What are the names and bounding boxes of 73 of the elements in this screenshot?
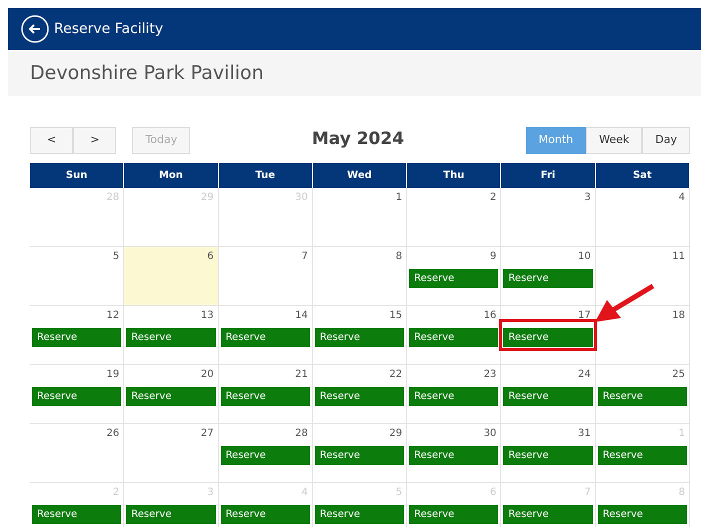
view-tab[interactable]: Week xyxy=(586,126,642,154)
day-number: 6 xyxy=(206,250,215,264)
day-number: 17 xyxy=(576,309,592,323)
weekday-header: Sun xyxy=(30,163,124,188)
reserve-button[interactable]: Reserve xyxy=(220,505,310,524)
view-tab[interactable]: Day xyxy=(642,126,690,154)
day-number: 22 xyxy=(388,368,404,382)
reserve-button[interactable]: Reserve xyxy=(503,269,593,288)
day-number: 26 xyxy=(106,427,120,441)
day-number: 25 xyxy=(671,368,686,382)
reserve-button[interactable]: Reserve xyxy=(409,328,498,347)
day-number: 12 xyxy=(106,309,120,323)
weekday-header: Fri xyxy=(501,163,596,188)
day-number: 18 xyxy=(671,309,686,323)
weekday-header: Wed xyxy=(312,163,408,188)
reserve-button[interactable]: Reserve xyxy=(503,328,593,347)
day-number: 3 xyxy=(583,191,592,205)
day-number: 9 xyxy=(489,250,498,264)
day-number: 7 xyxy=(300,250,309,264)
weekday-header: Thu xyxy=(407,163,502,188)
day-number: 20 xyxy=(200,368,215,382)
reserve-button[interactable]: Reserve xyxy=(220,328,310,347)
reserve-button[interactable]: Reserve xyxy=(409,446,498,465)
prev-button[interactable]: < xyxy=(30,126,74,154)
reserve-button[interactable]: Reserve xyxy=(409,269,498,288)
day-number: 2 xyxy=(489,191,498,205)
calendar-title: May 2024 xyxy=(312,128,404,152)
day-number: 23 xyxy=(482,368,498,382)
reserve-button[interactable]: Reserve xyxy=(503,446,593,465)
day-number: 16 xyxy=(482,309,498,323)
reserve-button[interactable]: Reserve xyxy=(220,387,310,406)
day-number: 1 xyxy=(394,191,404,205)
day-number: 29 xyxy=(388,427,404,441)
reserve-button[interactable]: Reserve xyxy=(409,505,498,524)
reserve-button[interactable]: Reserve xyxy=(314,387,404,406)
reserve-button[interactable]: Reserve xyxy=(503,387,593,406)
day-number: 31 xyxy=(576,427,592,441)
day-number: 10 xyxy=(576,250,592,264)
reserve-button[interactable]: Reserve xyxy=(314,446,404,465)
next-button[interactable]: > xyxy=(73,126,116,154)
reserve-button[interactable]: Reserve xyxy=(314,328,404,347)
reserve-button[interactable]: Reserve xyxy=(503,505,593,524)
day-number: 24 xyxy=(576,368,592,382)
reserve-button[interactable]: Reserve xyxy=(126,387,216,406)
day-number: 27 xyxy=(200,427,215,441)
reserve-button[interactable]: Reserve xyxy=(32,387,122,406)
day-number: 13 xyxy=(200,309,215,323)
day-number: 30 xyxy=(482,427,498,441)
day-number: 11 xyxy=(671,250,686,264)
day-number: 28 xyxy=(294,427,309,441)
reserve-button[interactable]: Reserve xyxy=(126,328,216,347)
weekday-header: Sat xyxy=(596,163,690,188)
reserve-button[interactable]: Reserve xyxy=(598,505,687,524)
reserve-button[interactable]: Reserve xyxy=(314,505,404,524)
day-number: 21 xyxy=(294,368,309,382)
reserve-button[interactable]: Reserve xyxy=(32,328,122,347)
day-number: 14 xyxy=(294,309,309,323)
page-title: Reserve Facility xyxy=(54,20,164,38)
day-number: 8 xyxy=(394,250,404,264)
weekday-header: Mon xyxy=(124,163,219,188)
day-number: 19 xyxy=(106,368,120,382)
weekday-header: Tue xyxy=(218,163,313,188)
day-number: 5 xyxy=(112,250,120,264)
reserve-button[interactable]: Reserve xyxy=(32,505,122,524)
day-number: 4 xyxy=(678,191,686,205)
day-number: 15 xyxy=(388,309,404,323)
reserve-button[interactable]: Reserve xyxy=(598,446,687,465)
view-tab[interactable]: Month xyxy=(526,126,586,154)
reserve-button[interactable]: Reserve xyxy=(598,387,687,406)
facility-name: Devonshire Park Pavilion xyxy=(30,60,264,86)
reserve-button[interactable]: Reserve xyxy=(220,446,310,465)
reserve-button[interactable]: Reserve xyxy=(126,505,216,524)
reserve-button[interactable]: Reserve xyxy=(409,387,498,406)
